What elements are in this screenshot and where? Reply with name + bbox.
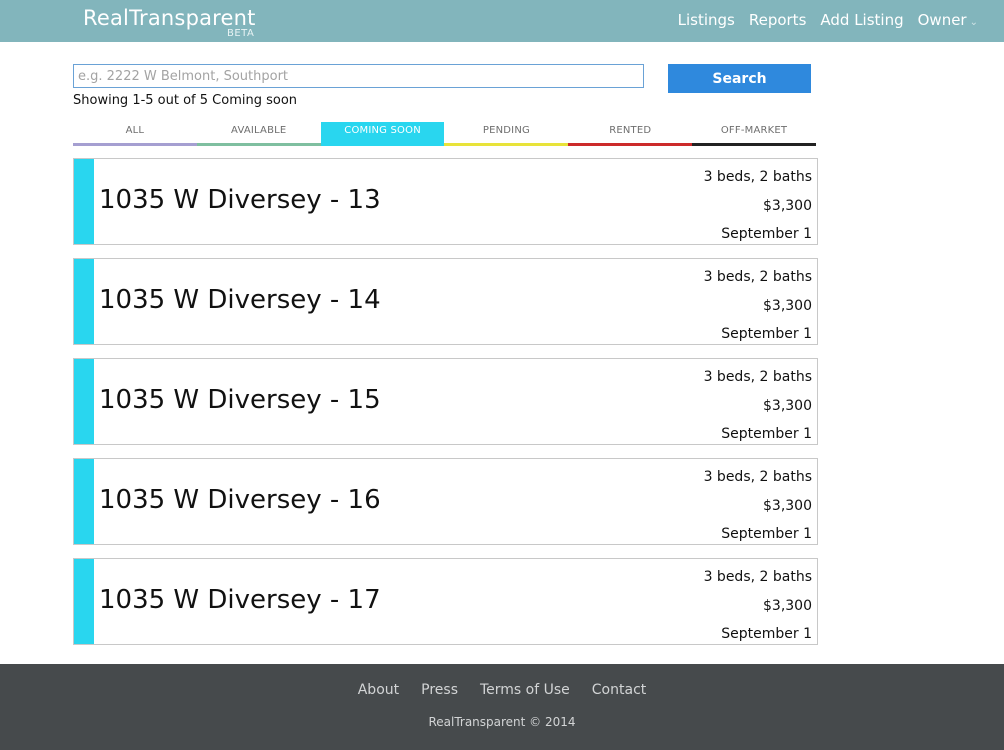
nav-listings[interactable]: Listings [678,11,735,29]
nav-reports[interactable]: Reports [749,11,807,29]
tab-available[interactable]: AVAILABLE [196,122,321,146]
tab-off-market[interactable]: OFF-MARKET [692,122,816,146]
footer-link-terms[interactable]: Terms of Use [480,682,570,698]
tab-rented[interactable]: RENTED [568,122,693,146]
top-navbar: RealTransparent BETA Listings Reports Ad… [0,0,1004,42]
beta-badge: BETA [227,28,255,39]
nav-owner-label: Owner [917,11,967,29]
footer-link-about[interactable]: About [358,682,399,698]
footer-link-contact[interactable]: Contact [592,682,646,698]
brand-logo[interactable]: RealTransparent [83,6,256,30]
copyright: RealTransparent © 2014 [428,715,576,729]
results-count: Showing 1-5 out of 5 Coming soon [73,93,298,108]
listing-list: 1035 W Diversey - 13 3 beds, 2 baths $3,… [73,158,818,658]
listing-beds-baths: 3 beds, 2 baths [703,169,812,185]
listing-title: 1035 W Diversey - 15 [99,385,381,415]
listing-beds-baths: 3 beds, 2 baths [703,269,812,285]
footer: About Press Terms of Use Contact RealTra… [0,664,1004,750]
tab-coming-soon[interactable]: COMING SOON [320,122,445,146]
footer-link-press[interactable]: Press [421,682,458,698]
main-nav: Listings Reports Add Listing Owner ⌄ [678,11,978,29]
listing-card[interactable]: 1035 W Diversey - 13 3 beds, 2 baths $3,… [73,158,818,245]
listing-meta: 3 beds, 2 baths $3,300 September 1 [704,363,812,449]
listing-meta: 3 beds, 2 baths $3,300 September 1 [704,463,812,549]
listing-price: $3,300 [763,597,812,614]
listing-card[interactable]: 1035 W Diversey - 16 3 beds, 2 baths $3,… [73,458,818,545]
listing-card[interactable]: 1035 W Diversey - 14 3 beds, 2 baths $3,… [73,258,818,345]
listing-available-date: September 1 [721,626,812,642]
listing-card[interactable]: 1035 W Diversey - 15 3 beds, 2 baths $3,… [73,358,818,445]
listing-meta: 3 beds, 2 baths $3,300 September 1 [704,163,812,249]
listing-title: 1035 W Diversey - 17 [99,585,381,615]
listing-price: $3,300 [763,297,812,314]
listing-beds-baths: 3 beds, 2 baths [703,369,812,385]
listing-price: $3,300 [763,497,812,514]
nav-owner-dropdown[interactable]: Owner ⌄ [918,11,978,29]
listing-price: $3,300 [763,197,812,214]
listing-available-date: September 1 [721,326,812,342]
listing-meta: 3 beds, 2 baths $3,300 September 1 [704,563,812,649]
listing-available-date: September 1 [721,426,812,442]
footer-links: About Press Terms of Use Contact [0,682,1004,698]
listing-price: $3,300 [763,397,812,414]
listing-beds-baths: 3 beds, 2 baths [703,569,812,585]
search-button[interactable]: Search [668,64,811,93]
listing-title: 1035 W Diversey - 14 [99,285,381,315]
status-stripe [74,459,94,544]
listing-title: 1035 W Diversey - 16 [99,485,381,515]
nav-add-listing[interactable]: Add Listing [820,11,903,29]
listing-title: 1035 W Diversey - 13 [99,185,381,215]
status-filter-tabs: ALL AVAILABLE COMING SOON PENDING RENTED… [73,122,816,146]
search-input[interactable] [73,64,644,88]
status-stripe [74,159,94,244]
status-stripe [74,359,94,444]
status-stripe [74,559,94,644]
listing-beds-baths: 3 beds, 2 baths [703,469,812,485]
tab-pending[interactable]: PENDING [444,122,569,146]
listing-available-date: September 1 [721,526,812,542]
status-stripe [74,259,94,344]
listing-card[interactable]: 1035 W Diversey - 17 3 beds, 2 baths $3,… [73,558,818,645]
tab-all[interactable]: ALL [73,122,197,146]
chevron-down-icon: ⌄ [969,17,978,28]
listing-meta: 3 beds, 2 baths $3,300 September 1 [704,263,812,349]
listing-available-date: September 1 [721,226,812,242]
